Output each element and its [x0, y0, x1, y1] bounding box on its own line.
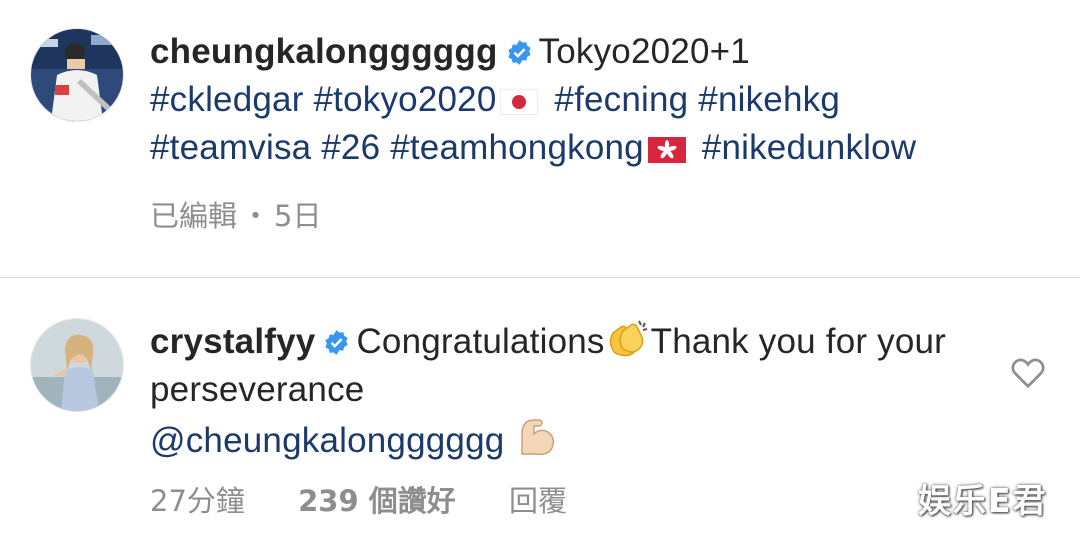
hongkong-flag-icon: [647, 137, 686, 163]
reply-button[interactable]: 回覆: [509, 484, 567, 518]
avatar[interactable]: [30, 28, 124, 122]
hashtag-link[interactable]: #ckledgar: [150, 80, 304, 119]
post-meta: 已編輯・ 5日: [150, 193, 365, 235]
avatar[interactable]: [30, 318, 124, 412]
comment-meta: 27分鐘 239 個讚好 回覆: [150, 478, 611, 520]
flexed-biceps-icon: [521, 419, 555, 456]
hashtag-link[interactable]: #nikehkg: [698, 80, 840, 119]
edited-label: 已編輯・ 5日: [150, 199, 322, 233]
comment-time: 27分鐘: [150, 484, 245, 518]
post-caption: cheungkalongggggg Tokyo2020+1 #ckledgar #…: [0, 0, 1080, 278]
avatar-crystal-image: [31, 319, 123, 411]
comment-text: crystalfyy Congratulations Thank you for y…: [150, 318, 990, 465]
caption-title: Tokyo2020+1: [538, 32, 750, 71]
hashtag-link[interactable]: #tokyo2020: [314, 80, 497, 119]
comment-body: Congratulations: [356, 322, 605, 361]
verified-badge-icon: [507, 40, 531, 65]
watermark: 娱乐E君: [918, 481, 1048, 520]
avatar-fencer-image: [31, 29, 123, 121]
caption-text: cheungkalongggggg Tokyo2020+1 #ckledgar #…: [150, 28, 1060, 172]
japan-flag-icon: [500, 89, 539, 115]
hashtag-link[interactable]: #teamhongkong: [390, 128, 644, 167]
like-heart-icon[interactable]: [1010, 355, 1046, 389]
clapping-hands-icon: [609, 320, 647, 357]
hashtag-link[interactable]: #26: [321, 128, 380, 167]
hashtag-link[interactable]: #teamvisa: [150, 128, 311, 167]
divider: [0, 277, 1080, 278]
hashtag-link[interactable]: #nikedunklow: [702, 128, 917, 167]
hashtag-link[interactable]: #fecning: [554, 80, 688, 119]
mention-link[interactable]: @cheungkalongggggg: [150, 421, 504, 460]
username-link[interactable]: cheungkalongggggg: [150, 32, 498, 71]
like-count[interactable]: 239 個讚好: [298, 484, 456, 518]
verified-badge-icon: [325, 330, 349, 355]
username-link[interactable]: crystalfyy: [150, 322, 315, 361]
